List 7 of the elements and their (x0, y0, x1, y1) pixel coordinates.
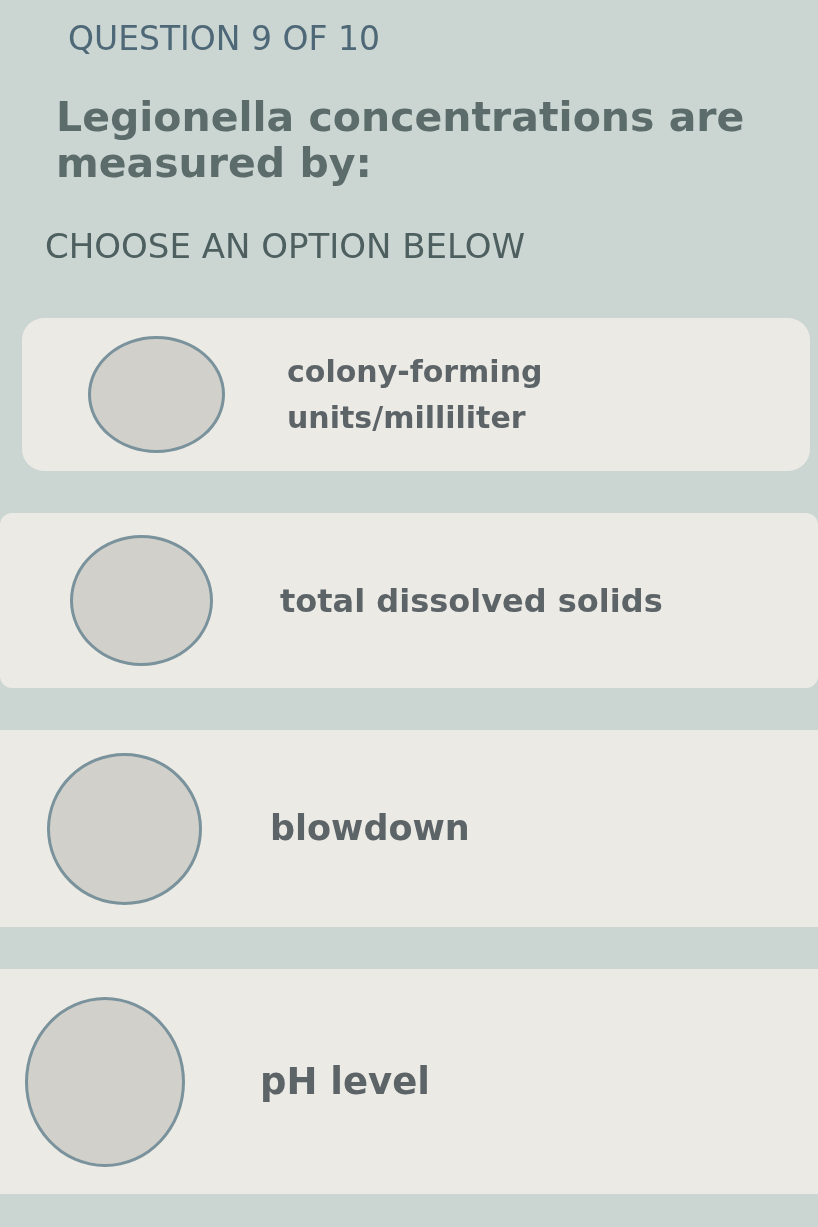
answer-option[interactable]: blowdown (0, 730, 818, 927)
answer-option[interactable]: pH level (0, 969, 818, 1194)
question-number: QUESTION 9 OF 10 (68, 20, 380, 58)
answer-option[interactable]: total dissolved solids (0, 513, 818, 688)
question-text: Legionella concentrations are measured by: (56, 94, 746, 186)
answer-option[interactable]: colony-forming units/milliliter (22, 318, 810, 471)
instruction-text: CHOOSE AN OPTION BELOW (45, 226, 526, 266)
